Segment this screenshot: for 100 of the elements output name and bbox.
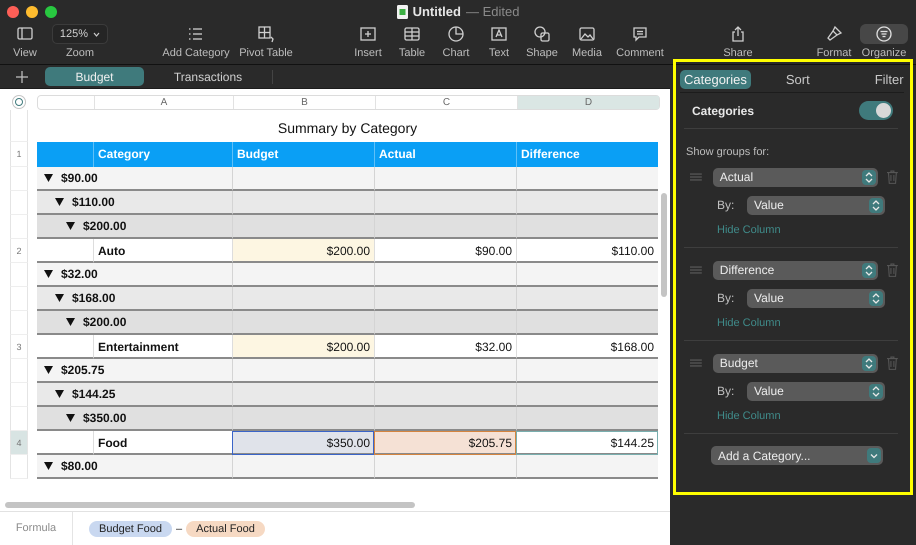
disclosure-icon[interactable] — [66, 318, 75, 326]
section-title: Categories — [692, 104, 754, 118]
row-header-cell[interactable] — [10, 263, 28, 287]
toolbar-label[interactable]: Add Category — [162, 47, 230, 59]
close-button[interactable] — [7, 6, 19, 18]
row-header-cell[interactable] — [10, 455, 28, 479]
disclosure-icon[interactable] — [55, 294, 64, 302]
column-letter[interactable]: B — [233, 96, 375, 108]
row-header-cell[interactable] — [10, 311, 28, 335]
group-row-label[interactable]: $350.00 — [37, 407, 232, 431]
table-cell: $200.00 — [232, 335, 374, 359]
group-row-label[interactable]: $200.00 — [37, 215, 232, 239]
disclosure-icon[interactable] — [44, 462, 53, 470]
cell-reference-token[interactable]: Budget Food — [89, 520, 172, 536]
table-cell: $168.00 — [516, 335, 658, 359]
group-row-label[interactable]: $200.00 — [37, 311, 232, 335]
zoom-button[interactable] — [45, 6, 57, 18]
row-number[interactable]: 2 — [10, 239, 28, 263]
hide-column-link[interactable]: Hide Column — [684, 401, 781, 425]
row-number[interactable]: 1 — [10, 142, 28, 167]
table-cell: $205.75 — [374, 431, 516, 455]
field-dropdown[interactable]: Actual — [712, 168, 878, 186]
group-row-label[interactable]: $168.00 — [37, 287, 232, 311]
row-header-cell[interactable] — [10, 191, 28, 215]
cell-reference-token[interactable]: Actual Food — [186, 520, 265, 536]
row-header-cell[interactable] — [10, 359, 28, 383]
row-header-cell[interactable] — [10, 287, 28, 311]
header-cell: Category — [93, 142, 232, 167]
field-dropdown[interactable]: Budget — [712, 354, 878, 372]
vertical-scrollbar[interactable] — [661, 193, 667, 297]
chevron-icon — [93, 32, 100, 36]
disclosure-icon[interactable] — [55, 198, 64, 206]
toolbar-icon-button[interactable] — [860, 24, 908, 44]
sidebar-tab[interactable]: Categories — [680, 70, 751, 88]
drag-handle-icon[interactable] — [690, 173, 702, 181]
speech-bubble-icon — [631, 25, 649, 43]
sidebar-tab[interactable]: Filter — [870, 70, 908, 88]
table-cell: $350.00 — [232, 431, 374, 455]
horizontal-scrollbar[interactable] — [5, 502, 415, 508]
group-row-label[interactable]: $205.75 — [37, 359, 232, 383]
row-header-cell[interactable] — [10, 215, 28, 239]
select-all-control[interactable] — [12, 95, 26, 109]
disclosure-icon[interactable] — [55, 390, 64, 398]
group-row-label[interactable]: $90.00 — [37, 167, 232, 191]
toolbar-label[interactable]: Shape — [526, 47, 558, 59]
toolbar-label[interactable]: Table — [398, 47, 426, 59]
table-cell: $90.00 — [374, 239, 516, 263]
field-dropdown[interactable]: Difference — [712, 260, 878, 280]
column-letter[interactable]: D — [517, 96, 659, 108]
toolbar-label[interactable]: Media — [572, 47, 602, 59]
toggle-switch[interactable] — [859, 101, 893, 120]
toolbar-label[interactable]: Chart — [442, 47, 470, 59]
group-row-label[interactable]: $110.00 — [37, 191, 232, 215]
sidebar-tab[interactable]: Sort — [782, 70, 814, 88]
group-row-label[interactable]: $144.25 — [37, 383, 232, 407]
group-row-label[interactable]: $32.00 — [37, 263, 232, 287]
disclosure-icon[interactable] — [44, 174, 53, 182]
toolbar-label[interactable]: Zoom — [66, 47, 94, 59]
disclosure-icon[interactable] — [44, 366, 53, 374]
window-title: Untitled — [412, 4, 461, 19]
group-by-dropdown[interactable]: Value — [747, 382, 885, 400]
toolbar-label[interactable]: Format — [816, 47, 852, 59]
toolbar-label[interactable]: Comment — [616, 47, 664, 59]
table-cell: $144.25 — [516, 431, 658, 455]
row-header-cell[interactable] — [10, 383, 28, 407]
zoom-dropdown[interactable]: 125% — [52, 24, 108, 44]
drag-handle-icon[interactable] — [690, 359, 702, 367]
drag-handle-icon[interactable] — [690, 266, 702, 274]
column-letter[interactable]: A — [94, 96, 233, 108]
disclosure-icon[interactable] — [66, 222, 75, 230]
stepper-icon — [865, 172, 874, 182]
header-cell: Difference — [516, 142, 658, 167]
toolbar-label[interactable]: Insert — [354, 47, 382, 59]
group-by-dropdown[interactable]: Value — [747, 288, 885, 308]
add-sheet-icon[interactable] — [15, 70, 29, 84]
table-cell: $32.00 — [374, 335, 516, 359]
toolbar-label[interactable]: Organize — [862, 47, 906, 59]
hide-column-link[interactable]: Hide Column — [684, 215, 781, 239]
toolbar-label[interactable]: Share — [723, 47, 753, 59]
disclosure-icon[interactable] — [44, 270, 53, 278]
table-cell: Entertainment — [93, 335, 232, 359]
grid-icon — [257, 25, 275, 43]
toolbar-label[interactable]: Text — [488, 47, 510, 59]
toolbar-label[interactable]: View — [13, 47, 37, 59]
row-header-cell[interactable] — [10, 110, 28, 142]
groups-label: Show groups for: — [685, 145, 770, 160]
by-label: By: — [717, 384, 736, 398]
sheet-tab[interactable]: Transactions — [152, 67, 264, 86]
toolbar-label[interactable]: Pivot Table — [239, 47, 293, 59]
add-category-dropdown[interactable]: Add a Category... — [711, 446, 883, 465]
sheet-tab[interactable]: Budget — [45, 67, 144, 86]
stepper-icon — [865, 264, 874, 276]
hide-column-link[interactable]: Hide Column — [684, 308, 781, 332]
table-cell: Food — [93, 431, 232, 455]
row-header-cell[interactable] — [10, 167, 28, 191]
group-by-dropdown[interactable]: Value — [747, 196, 885, 214]
disclosure-icon[interactable] — [66, 414, 75, 422]
group-row-label[interactable]: $80.00 — [37, 455, 232, 479]
minimize-button[interactable] — [26, 6, 38, 18]
row-number[interactable]: 3 — [10, 335, 28, 359]
